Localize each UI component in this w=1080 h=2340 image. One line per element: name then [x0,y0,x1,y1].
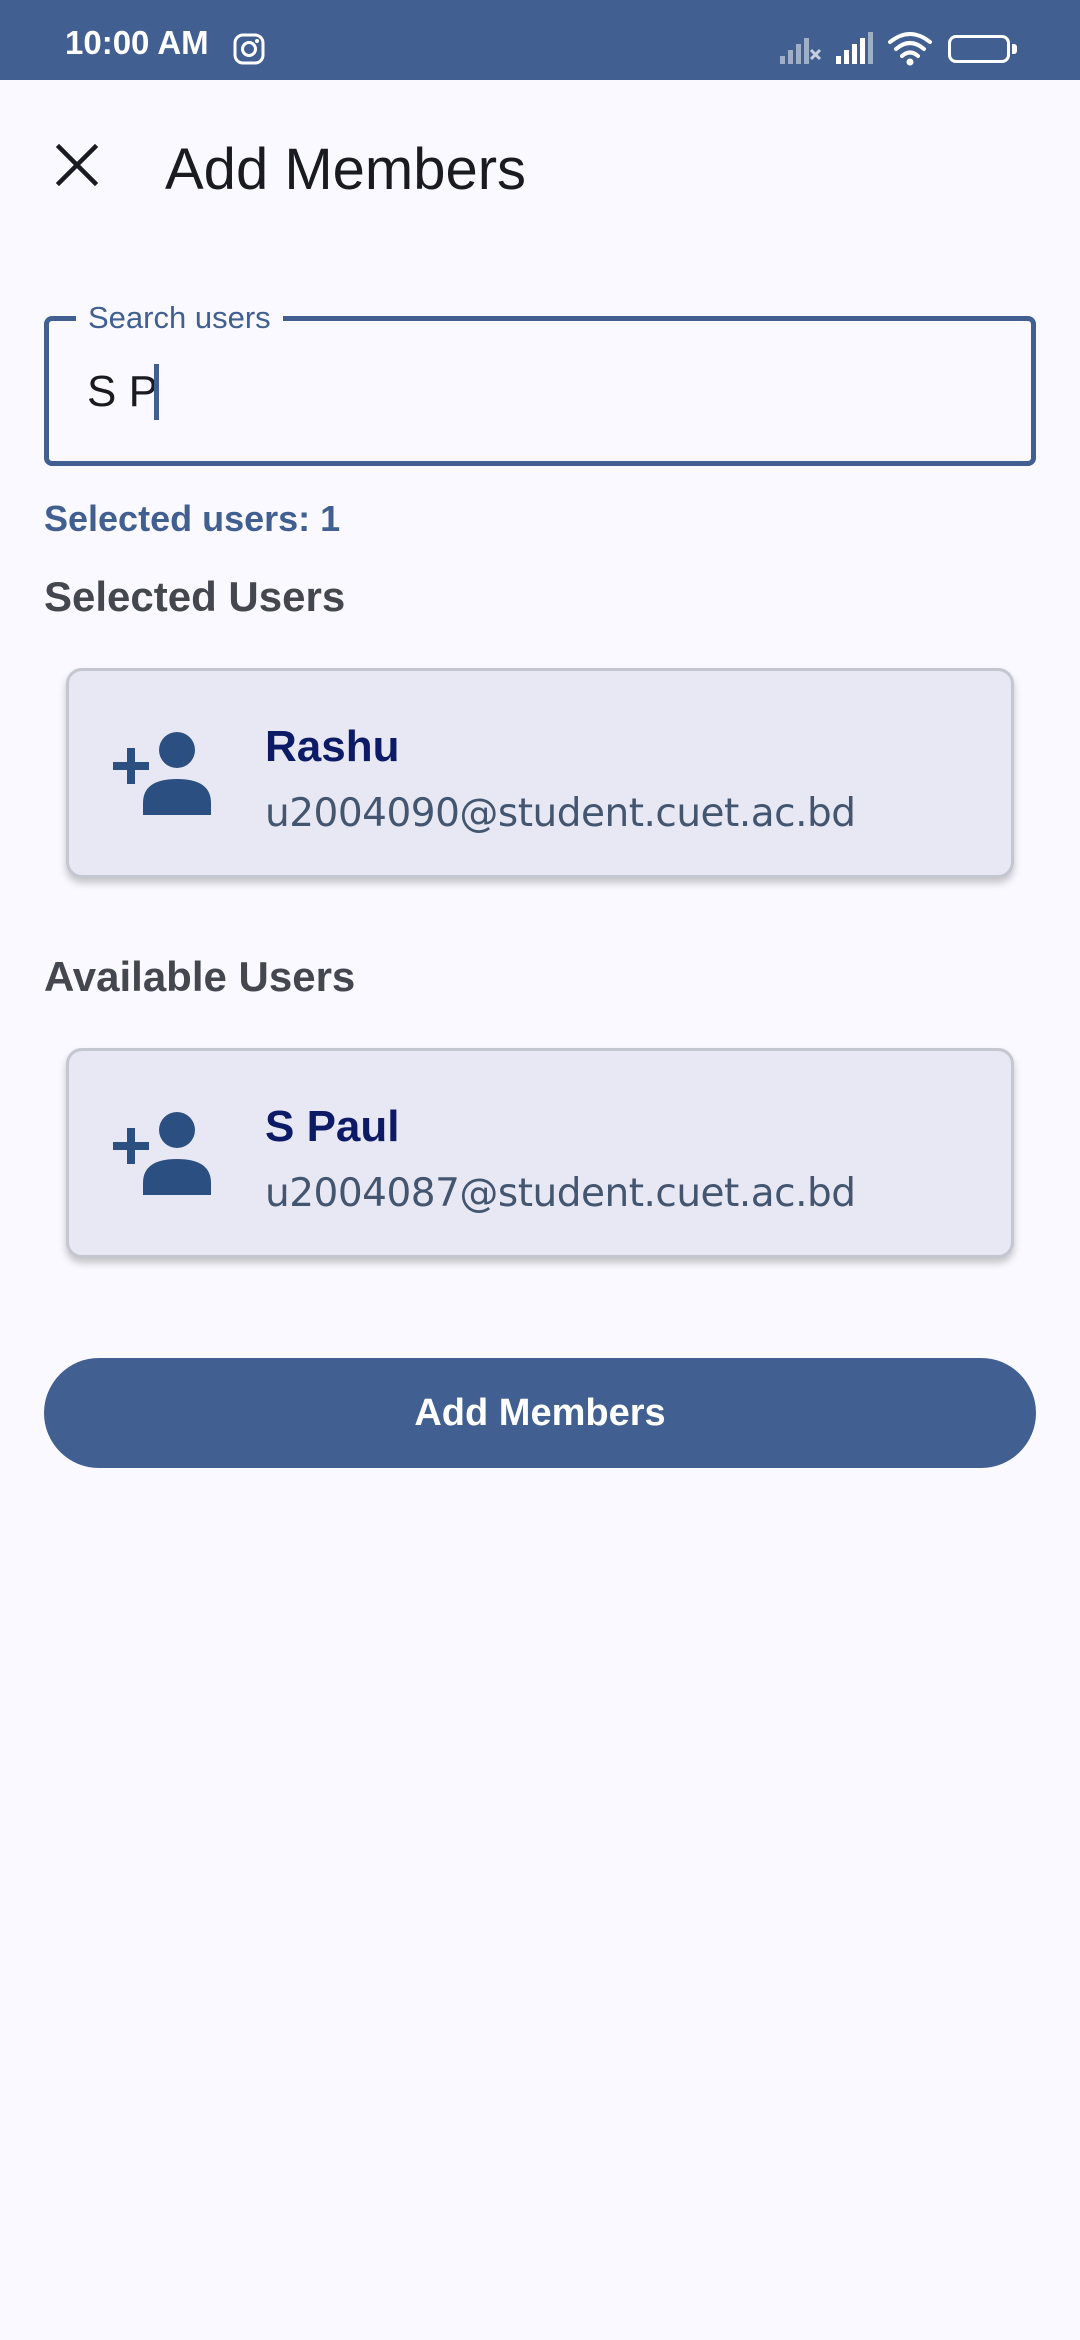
available-user-card[interactable]: S Paul u2004087@student.cuet.ac.bd [66,1048,1014,1258]
user-email: u2004090@student.cuet.ac.bd [265,791,856,836]
available-users-heading: Available Users [44,953,356,1000]
text-cursor [154,364,159,420]
battery-level: 90 [968,38,990,59]
signal-x-icon [778,32,822,71]
search-input[interactable] [87,360,987,424]
signal-icon [834,32,874,71]
battery-icon: 90 [948,35,1010,63]
status-bar: 10:00 AM 90 [0,0,1080,80]
user-name: Rashu [265,722,400,771]
wifi-icon [888,30,932,71]
person-add-icon [113,731,217,820]
status-time: 10:00 AM [65,24,209,61]
close-button[interactable] [40,130,114,204]
battery-nub [1012,44,1017,54]
instagram-icon [233,33,265,70]
user-name: S Paul [265,1102,400,1151]
selected-count: Selected users: 1 [44,498,341,539]
person-add-icon [113,1111,217,1200]
user-email: u2004087@student.cuet.ac.bd [265,1171,856,1216]
page-title: Add Members [165,137,527,202]
selected-users-heading: Selected Users [44,573,346,620]
close-icon [55,143,99,192]
search-label: Search users [76,300,283,336]
selected-user-card[interactable]: Rashu u2004090@student.cuet.ac.bd [66,668,1014,878]
add-members-button[interactable]: Add Members [44,1358,1036,1468]
